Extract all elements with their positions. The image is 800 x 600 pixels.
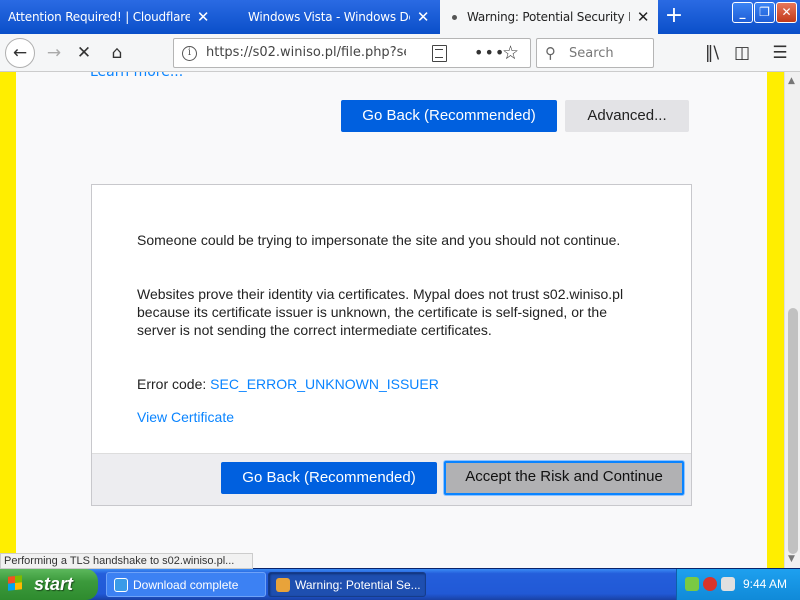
- scrollbar-thumb[interactable]: [788, 308, 798, 554]
- advanced-panel: Someone could be trying to impersonate t…: [91, 184, 692, 506]
- stop-icon: ✕: [76, 43, 92, 63]
- tab-close-icon[interactable]: ✕: [196, 8, 210, 26]
- start-button[interactable]: start: [0, 569, 98, 600]
- menu-button[interactable]: ☰: [766, 39, 794, 67]
- tab-windows-vista[interactable]: Windows Vista - Windows Deskto ✕: [220, 0, 438, 34]
- page-border-right: [767, 72, 784, 568]
- home-button[interactable]: ⌂: [103, 39, 131, 67]
- clock[interactable]: 9:44 AM: [743, 569, 787, 600]
- minimize-button[interactable]: _: [732, 2, 753, 23]
- back-arrow-icon: ←: [12, 43, 28, 63]
- taskbar-item-browser[interactable]: Warning: Potential Se...: [268, 572, 426, 597]
- home-icon: ⌂: [111, 43, 123, 63]
- stop-button[interactable]: ✕: [70, 39, 98, 67]
- advanced-button[interactable]: Advanced...: [565, 100, 689, 132]
- system-tray: 9:44 AM: [676, 569, 800, 600]
- taskbar-item-label: Download complete: [133, 578, 239, 592]
- tab-label: Attention Required! | Cloudflare: [8, 10, 190, 24]
- sidebar-icon: ◫: [733, 43, 751, 63]
- start-label: start: [34, 574, 74, 594]
- tab-label: Windows Vista - Windows Deskto: [248, 10, 410, 24]
- download-icon: [114, 578, 128, 592]
- warning-paragraph: Someone could be trying to impersonate t…: [137, 232, 621, 248]
- advanced-panel-footer: Go Back (Recommended) Accept the Risk an…: [92, 453, 691, 505]
- page-border-left: [0, 72, 16, 568]
- status-text: Performing a TLS handshake to s02.winiso…: [0, 553, 253, 569]
- go-back-recommended-button[interactable]: Go Back (Recommended): [221, 462, 437, 494]
- loading-dot-icon: [452, 14, 457, 20]
- forward-arrow-icon: →: [46, 43, 62, 63]
- windows-logo-icon: [8, 575, 22, 591]
- tab-label: Warning: Potential Security Risk: [467, 10, 630, 24]
- close-window-button[interactable]: ✕: [776, 2, 797, 23]
- security-shield-icon[interactable]: [703, 577, 717, 591]
- vertical-scrollbar[interactable]: ▲ ▼: [784, 72, 800, 568]
- windows-logo-icon: [228, 10, 242, 24]
- taskbar: start Download complete Warning: Potenti…: [0, 569, 800, 600]
- tab-security-warning[interactable]: Warning: Potential Security Risk ✕: [440, 0, 658, 34]
- search-placeholder: Search: [569, 46, 614, 61]
- nav-toolbar: ← → ✕ ⌂ i https://s02.winiso.pl/file.php…: [0, 34, 800, 72]
- scroll-up-icon[interactable]: ▲: [788, 76, 795, 86]
- error-code-line: Error code: SEC_ERROR_UNKNOWN_ISSUER: [137, 375, 637, 393]
- reader-view-icon[interactable]: [432, 45, 447, 62]
- library-icon: ‖\: [704, 43, 720, 63]
- new-tab-button[interactable]: +: [660, 4, 688, 30]
- volume-icon[interactable]: [721, 577, 735, 591]
- go-back-button[interactable]: Go Back (Recommended): [341, 100, 557, 132]
- forward-button[interactable]: →: [40, 39, 68, 67]
- view-certificate-link[interactable]: View Certificate: [137, 408, 234, 426]
- tab-strip: Attention Required! | Cloudflare ✕ Windo…: [0, 0, 800, 34]
- accept-risk-button[interactable]: Accept the Risk and Continue: [444, 461, 684, 495]
- hamburger-menu-icon: ☰: [772, 43, 788, 63]
- error-code-link[interactable]: SEC_ERROR_UNKNOWN_ISSUER: [210, 376, 439, 392]
- page-viewport: Learn more... Go Back (Recommended) Adva…: [0, 72, 784, 568]
- taskbar-item-download[interactable]: Download complete: [106, 572, 266, 597]
- url-text[interactable]: https://s02.winiso.pl/file.php?sea: [206, 45, 406, 60]
- address-bar[interactable]: i https://s02.winiso.pl/file.php?sea •••…: [173, 38, 531, 68]
- tab-cloudflare[interactable]: Attention Required! | Cloudflare ✕: [0, 0, 218, 34]
- scroll-down-icon[interactable]: ▼: [788, 554, 795, 564]
- error-code-label: Error code:: [137, 376, 211, 392]
- sidebar-button[interactable]: ◫: [728, 39, 756, 67]
- search-icon: ⚲: [545, 44, 556, 62]
- browser-icon: [276, 578, 290, 592]
- certificate-paragraph: Websites prove their identity via certif…: [137, 286, 624, 338]
- maximize-button[interactable]: ❐: [754, 2, 775, 23]
- taskbar-item-label: Warning: Potential Se...: [295, 578, 421, 592]
- network-icon[interactable]: [685, 577, 699, 591]
- page-actions-icon[interactable]: •••: [474, 43, 505, 62]
- info-icon[interactable]: i: [182, 46, 197, 61]
- search-box[interactable]: ⚲ Search: [536, 38, 654, 68]
- learn-more-link[interactable]: Learn more...: [90, 72, 183, 80]
- bookmark-star-icon[interactable]: ☆: [502, 42, 519, 64]
- tab-close-icon[interactable]: ✕: [416, 8, 430, 26]
- library-button[interactable]: ‖\: [698, 39, 726, 67]
- tab-close-icon[interactable]: ✕: [636, 8, 650, 26]
- back-button[interactable]: ←: [5, 38, 35, 68]
